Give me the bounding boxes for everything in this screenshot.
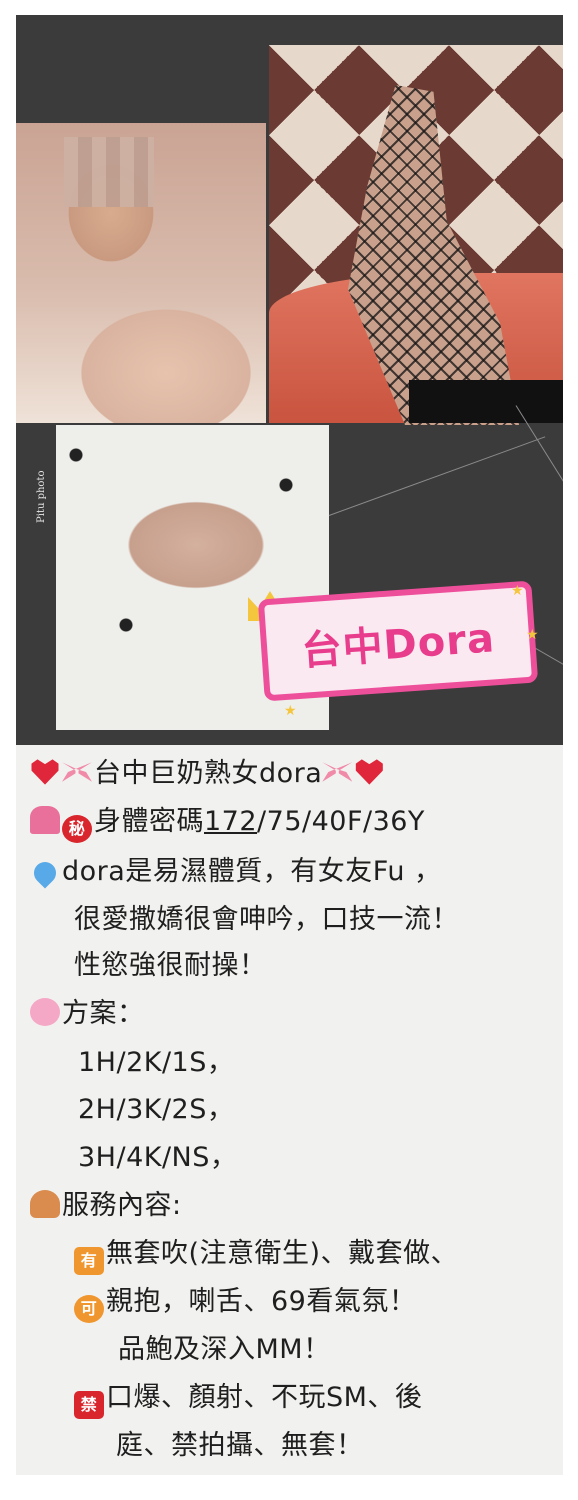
service-yes: 有無套吹(注意衛生)、戴套做、	[74, 1231, 458, 1275]
legs-lace	[409, 380, 563, 423]
cherry-blossom-icon	[30, 998, 60, 1026]
sparkle-icon: ★	[526, 627, 539, 643]
service-no-2: 庭、禁拍攝、無套！	[116, 1430, 364, 1461]
decor-line	[328, 436, 546, 516]
heart-icon	[355, 759, 383, 785]
badge-text: 台中Dora	[300, 615, 497, 675]
name-badge: 台中Dora	[257, 580, 539, 702]
face-blur	[64, 137, 154, 207]
service-yes-text: 無套吹(注意衛生)、戴套做、	[106, 1238, 459, 1269]
yes-badge-icon: 有	[74, 1247, 104, 1275]
bikini-icon	[30, 806, 60, 834]
photo-legs	[269, 45, 563, 425]
service-ok-text: 親抱，喇舌、69看氣氛！	[106, 1286, 417, 1317]
post-title: 台中巨奶熟女dora	[94, 758, 323, 789]
ribbon-icon	[322, 762, 353, 782]
forbidden-badge-icon: 禁	[74, 1391, 104, 1419]
person-tipping-hand-icon	[30, 1190, 60, 1218]
ribbon-icon	[62, 762, 92, 782]
plans-heading: 方案：	[30, 991, 145, 1030]
post-text: 台中巨奶熟女dora 秘身體密碼172/75/40F/36Y dora是易濕體質…	[16, 745, 563, 1475]
stats-line: 秘身體密碼172/75/40F/36Y	[30, 799, 425, 843]
service-no: 禁口爆、顏射、不玩SM、後	[74, 1375, 422, 1419]
plan-item: 3H/4K/NS，	[78, 1142, 238, 1173]
service-ok-2: 品鮑及深入MM！	[118, 1334, 331, 1365]
sparkle-icon: ★	[511, 583, 524, 599]
ok-badge-icon: 可	[74, 1295, 104, 1323]
heart-icon	[31, 759, 59, 785]
stats-label: 身體密碼	[94, 806, 204, 837]
plan-item: 2H/3K/2S，	[78, 1094, 235, 1125]
stats-height: 172	[204, 806, 258, 837]
service-heading: 服務內容:	[30, 1183, 182, 1222]
service-ok: 可親抱，喇舌、69看氣氛！	[74, 1279, 416, 1323]
photo-face	[16, 123, 266, 423]
desc-text: dora是易濕體質，有女友Fu ，	[62, 856, 442, 887]
service-label: 服務內容:	[62, 1190, 182, 1221]
stats-values: /75/40F/36Y	[257, 806, 425, 837]
desc-line: 很愛撒嬌很會呻吟，口技一流！	[74, 904, 459, 935]
sweat-drops-icon	[29, 857, 61, 889]
secret-badge-icon: 秘	[62, 815, 92, 843]
plan-item: 1H/2K/1S，	[78, 1047, 235, 1078]
title-line: 台中巨奶熟女dora	[30, 751, 386, 790]
watermark: Pitu photo	[36, 470, 47, 523]
desc-line: 性慾強很耐操！	[74, 950, 267, 981]
plans-label: 方案：	[62, 998, 145, 1029]
service-no-text: 口爆、顏射、不玩SM、後	[106, 1382, 423, 1413]
photo-collage: Pitu photo 台中Dora ★ ★ ★	[16, 15, 563, 745]
desc-line: dora是易濕體質，有女友Fu ，	[29, 849, 442, 889]
sparkle-icon: ★	[284, 703, 297, 719]
